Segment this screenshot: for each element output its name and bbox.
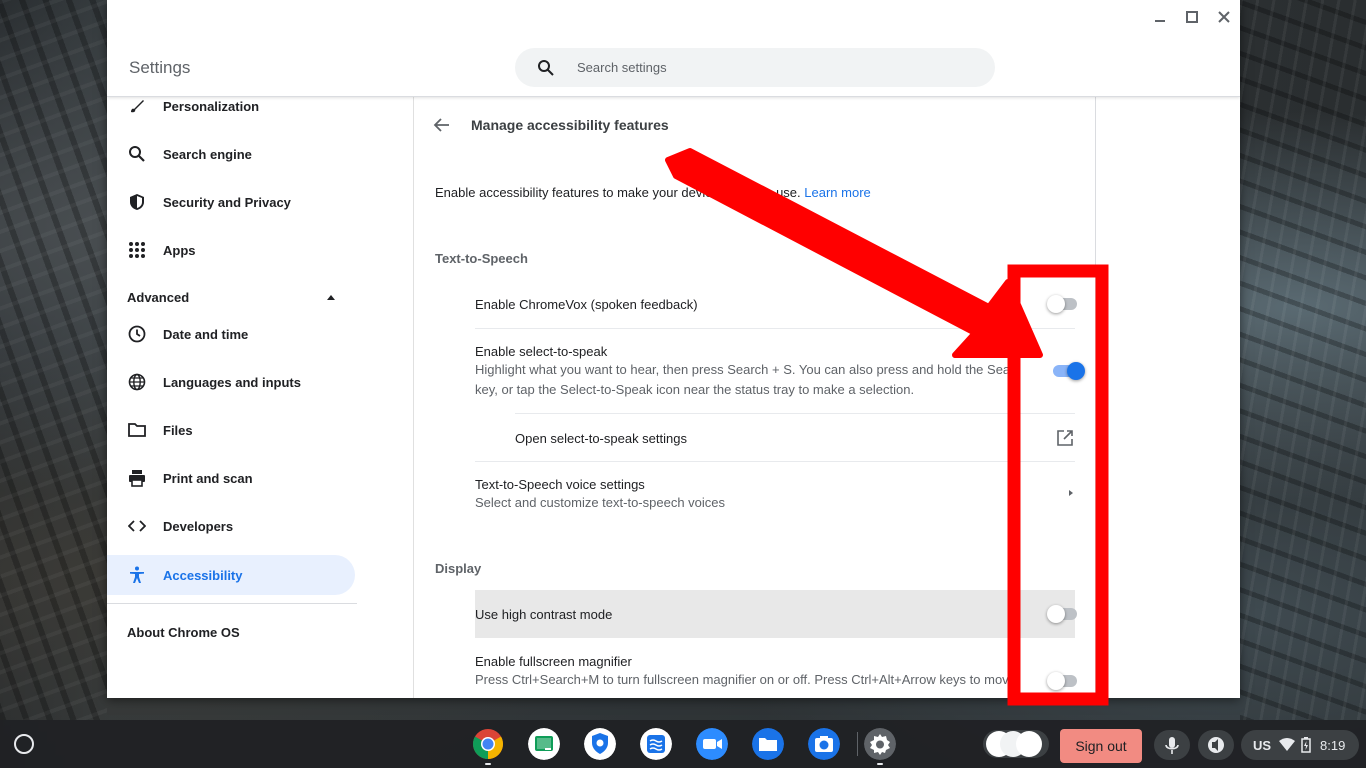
tts-voice-settings-desc: Select and customize text-to-speech voic… xyxy=(475,495,726,510)
sidebar-item-label: Print and scan xyxy=(163,470,253,486)
vpn-shield-icon[interactable] xyxy=(584,728,616,760)
select-to-speak-toggle[interactable] xyxy=(1051,362,1085,380)
settings-window: Settings Personalization Search engine xyxy=(107,0,1240,698)
settings-header: Settings xyxy=(107,0,1240,97)
open-sts-settings-label[interactable]: Open select-to-speak settings xyxy=(515,431,687,446)
sidebar-item-accessibility[interactable]: Accessibility xyxy=(107,555,355,595)
sidebar-item-about[interactable]: About Chrome OS xyxy=(127,625,240,640)
settings-icon[interactable] xyxy=(864,728,896,760)
sidebar-item-label: Personalization xyxy=(163,98,260,114)
mic-button[interactable] xyxy=(1154,730,1190,760)
search-box[interactable] xyxy=(515,48,995,87)
sidebar-item-search-engine[interactable]: Search engine xyxy=(107,134,355,174)
caret-up-icon[interactable] xyxy=(327,295,335,300)
page-title: Manage accessibility features xyxy=(471,117,669,133)
shield-icon xyxy=(130,194,144,210)
files-icon[interactable] xyxy=(752,728,784,760)
camera-icon[interactable] xyxy=(808,728,840,760)
accessibility-icon xyxy=(130,566,144,583)
running-indicator xyxy=(877,763,883,765)
advanced-section-toggle[interactable]: Advanced xyxy=(127,290,189,305)
sidebar-item-label: Languages and inputs xyxy=(163,374,301,390)
display-section-heading: Display xyxy=(435,561,482,576)
sidebar-item-label: Date and time xyxy=(163,326,249,342)
select-to-speak-label: Enable select-to-speak xyxy=(475,344,608,359)
sidebar-divider xyxy=(107,603,357,604)
microphone-icon xyxy=(1165,737,1179,754)
row-divider xyxy=(475,328,1075,329)
avatar-group xyxy=(986,731,1042,757)
chromevox-label: Enable ChromeVox (spoken feedback) xyxy=(475,297,698,312)
high-contrast-toggle[interactable] xyxy=(1047,605,1079,623)
ime-indicator: US xyxy=(1253,738,1272,753)
row-divider xyxy=(515,413,1075,414)
printer-icon xyxy=(129,470,145,487)
row-divider xyxy=(475,461,1075,462)
user-avatars[interactable] xyxy=(983,730,1049,758)
minimize-icon[interactable] xyxy=(1151,8,1169,26)
folder-icon xyxy=(128,423,146,437)
chrome-icon[interactable] xyxy=(472,728,504,760)
launcher-button[interactable] xyxy=(14,734,34,754)
app-icon[interactable] xyxy=(640,728,672,760)
high-contrast-label: Use high contrast mode xyxy=(475,607,613,622)
sidebar-item-date-time[interactable]: Date and time xyxy=(107,314,355,354)
sign-out-button[interactable]: Sign out xyxy=(1060,729,1142,763)
magnifier-label: Enable fullscreen magnifier xyxy=(475,654,632,669)
select-to-speak-icon xyxy=(1208,737,1224,753)
apps-grid-icon xyxy=(129,242,145,258)
battery-icon xyxy=(1301,737,1311,753)
accessibility-panel: Manage accessibility features Enable acc… xyxy=(415,97,1096,698)
sidebar-item-label: Security and Privacy xyxy=(163,194,291,210)
classroom-icon[interactable] xyxy=(528,728,560,760)
status-tray[interactable]: US 8:19 xyxy=(1241,730,1359,760)
code-icon xyxy=(128,520,146,532)
clock-icon xyxy=(128,325,146,343)
sidebar-item-label: Developers xyxy=(163,518,234,534)
clock-time: 8:19 xyxy=(1320,738,1346,753)
maximize-icon[interactable] xyxy=(1183,8,1201,26)
sidebar-item-security[interactable]: Security and Privacy xyxy=(107,182,355,222)
sidebar-item-apps[interactable]: Apps xyxy=(107,230,355,270)
magnifier-desc: Press Ctrl+Search+M to turn fullscreen m… xyxy=(475,672,1016,687)
intro-text: Enable accessibility features to make yo… xyxy=(435,185,871,200)
settings-sidebar: Personalization Search engine Security a… xyxy=(107,97,414,698)
globe-icon xyxy=(128,373,146,391)
tts-voice-settings-label[interactable]: Text-to-Speech voice settings xyxy=(475,477,645,492)
sidebar-item-developers[interactable]: Developers xyxy=(107,506,355,546)
select-to-speak-button[interactable] xyxy=(1198,730,1234,760)
open-external-icon[interactable] xyxy=(1056,429,1074,447)
running-indicator xyxy=(485,763,491,765)
tts-section-heading: Text-to-Speech xyxy=(435,251,528,266)
search-icon xyxy=(129,146,145,162)
chevron-right-icon[interactable] xyxy=(1066,488,1076,498)
search-input[interactable] xyxy=(577,48,977,87)
sidebar-item-label: Apps xyxy=(163,242,196,258)
app-title: Settings xyxy=(129,58,191,77)
select-to-speak-desc-1: Highlight what you want to hear, then pr… xyxy=(475,362,1015,377)
sidebar-item-languages[interactable]: Languages and inputs xyxy=(107,362,355,402)
zoom-icon[interactable] xyxy=(696,728,728,760)
sidebar-item-print-scan[interactable]: Print and scan xyxy=(107,458,355,498)
sidebar-item-label: Accessibility xyxy=(163,567,243,583)
search-icon xyxy=(538,60,554,76)
shelf-divider xyxy=(857,732,858,756)
back-arrow-icon[interactable] xyxy=(433,116,451,134)
chromevox-toggle[interactable] xyxy=(1047,295,1079,313)
sidebar-item-label: Files xyxy=(163,422,193,438)
brush-icon xyxy=(131,100,144,113)
learn-more-link[interactable]: Learn more xyxy=(804,185,870,200)
close-icon[interactable] xyxy=(1215,8,1233,26)
sidebar-item-files[interactable]: Files xyxy=(107,410,355,450)
magnifier-toggle[interactable] xyxy=(1047,672,1079,690)
sidebar-item-label: Search engine xyxy=(163,146,252,162)
select-to-speak-desc-2: key, or tap the Select-to-Speak icon nea… xyxy=(475,382,915,397)
wifi-icon xyxy=(1279,738,1295,751)
